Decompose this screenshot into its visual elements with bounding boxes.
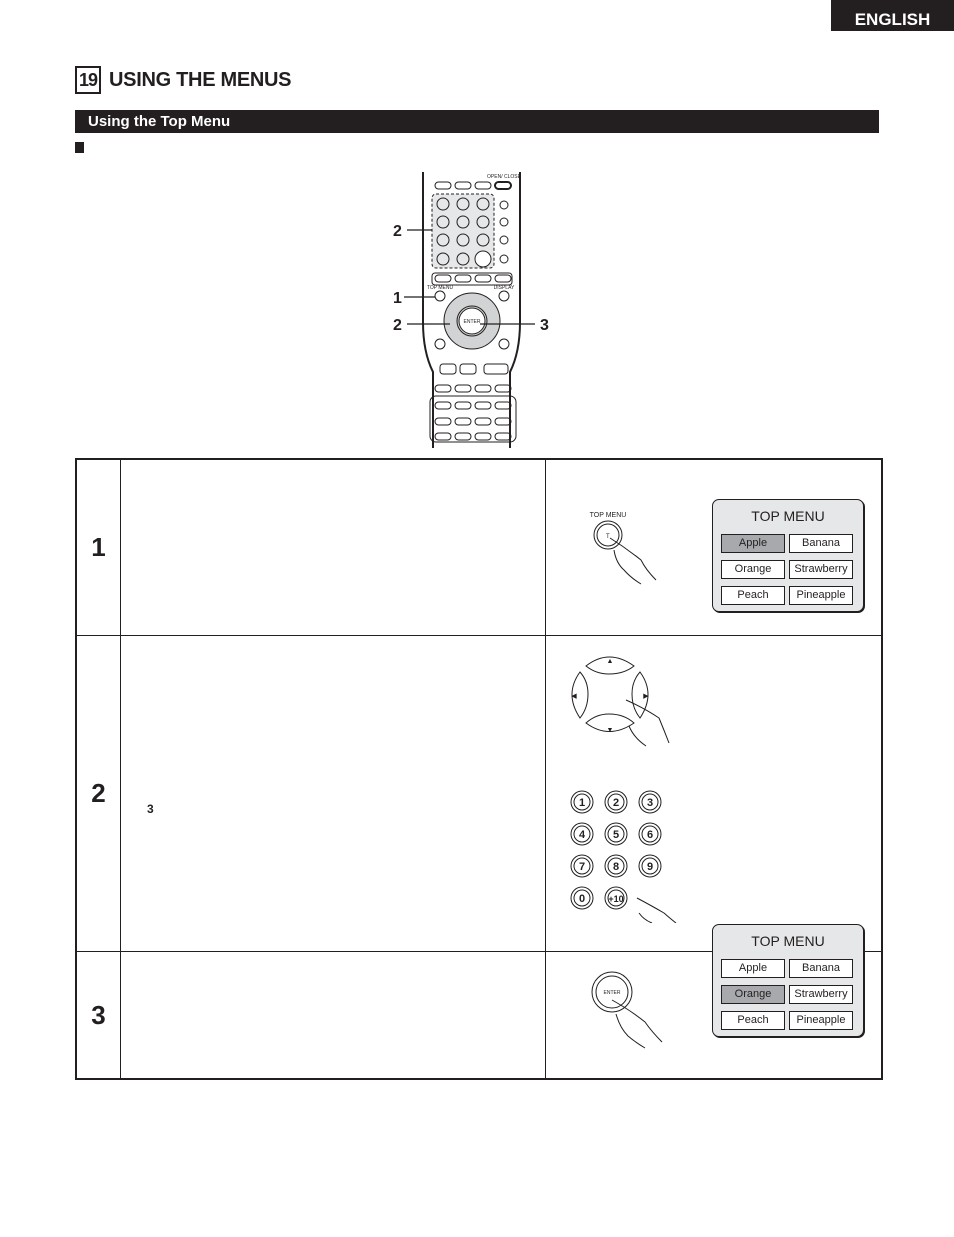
numpad-key-4: 4 [579, 829, 586, 841]
svg-text:▼: ▼ [607, 727, 614, 734]
remote-display-label: DISPLAY [494, 285, 515, 291]
numeric-keypad-press-icon: 1 2 3 4 5 6 7 8 9 0 +10 [570, 790, 677, 923]
svg-text:▶: ▶ [643, 693, 649, 700]
step-row: 3 ENTER [75, 951, 883, 1080]
callout-1-top-menu: 1 [393, 290, 402, 307]
top-menu-button-press-icon: TOP MENU T [590, 512, 657, 585]
cursor-pad-press-icon: ▲ ▼ ◀ ▶ [571, 656, 670, 747]
numpad-key-9: 9 [647, 861, 653, 873]
numpad-key-0: 0 [579, 893, 585, 905]
menu-item-orange: Orange [721, 560, 785, 579]
numpad-key-5: 5 [613, 829, 619, 841]
menu-item-pineapple: Pineapple [789, 586, 853, 605]
step-number: 1 [75, 458, 121, 636]
numpad-key-1: 1 [579, 797, 585, 809]
numpad-key-+10: +10 [608, 894, 623, 904]
menu-item-apple: Apple [721, 534, 785, 553]
numpad-key-8: 8 [613, 861, 619, 873]
top-menu-title: TOP MENU [751, 933, 825, 949]
svg-text:▲: ▲ [607, 658, 614, 665]
chapter-heading: 19 USING THE MENUS [75, 66, 292, 94]
numpad-key-2: 2 [613, 797, 619, 809]
step-number: 2 [75, 635, 121, 952]
callout-3-enter: 3 [540, 317, 549, 334]
remote-open-close-label: OPEN/ CLOSE [487, 174, 522, 180]
menu-item-strawberry: Strawberry [789, 560, 853, 579]
language-tab: ENGLISH [831, 0, 954, 31]
chapter-number: 19 [75, 66, 102, 94]
step-illustration: ▲ ▼ ◀ ▶ 1 2 3 4 5 6 7 8 9 0 +10 TOP MENU Apple Banana O… [545, 635, 883, 1037]
menu-item-banana: Banana [789, 534, 853, 553]
top-menu-title: TOP MENU [751, 508, 825, 524]
svg-text:TOP MENU: TOP MENU [590, 512, 627, 519]
step-description [120, 458, 546, 636]
bullet-square-icon [75, 142, 84, 153]
inline-step-reference: 3 [147, 802, 154, 816]
numpad-key-6: 6 [647, 829, 653, 841]
step-row: 2 3 ▲ ▼ ◀ ▶ 1 2 3 4 5 6 7 8 9 0 +10 TOP … [75, 635, 883, 1037]
step-illustration: ENTER [545, 951, 883, 1080]
svg-text:T: T [606, 534, 610, 540]
svg-text:ENTER: ENTER [604, 990, 621, 996]
step-number: 3 [75, 951, 121, 1080]
svg-text:◀: ◀ [571, 693, 577, 700]
menu-item-peach: Peach [721, 586, 785, 605]
callout-2-cursor: 2 [393, 317, 402, 334]
remote-top-menu-label: TOP MENU [427, 285, 454, 291]
step-description: 3 [120, 635, 546, 952]
callout-2-numpad: 2 [393, 223, 402, 240]
top-menu-display: TOP MENU Apple Banana Orange Strawberry Peac… [712, 499, 864, 612]
step-description [120, 951, 546, 1080]
steps-table: 1 TOP MENU T TOP MENU Apple Banana Orange S… [75, 458, 883, 1080]
numpad-key-3: 3 [647, 797, 653, 809]
step-illustration: TOP MENU T TOP MENU Apple Banana Orange Str… [545, 458, 883, 636]
enter-button-press-icon: ENTER [591, 971, 663, 1049]
step-row: 1 TOP MENU T TOP MENU Apple Banana Orange S… [75, 458, 883, 636]
section-title-bar: Using the Top Menu [75, 110, 879, 133]
remote-enter-label: ENTER [464, 319, 481, 325]
numpad-key-7: 7 [579, 861, 585, 873]
chapter-title: USING THE MENUS [109, 68, 292, 91]
remote-control-illustration: ENTER TOP MENU DISPLAY OPEN/ CLOSE 2 1 2… [393, 172, 549, 448]
